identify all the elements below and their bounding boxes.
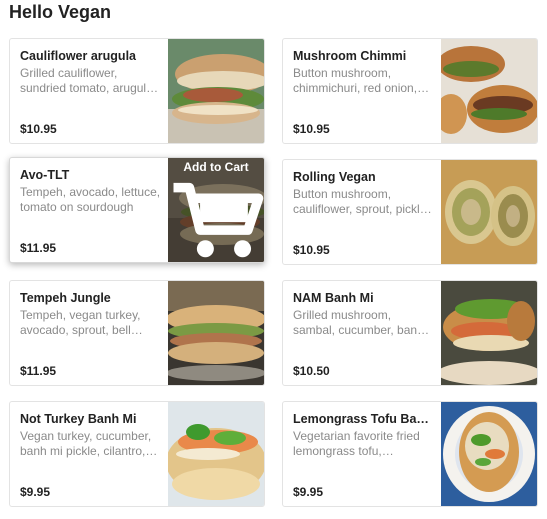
menu-item-info: Lemongrass Tofu Banh Mi Vegetarian favor…: [293, 411, 435, 499]
menu-item-name: Tempeh Jungle: [20, 291, 111, 305]
menu-item-info: Rolling Vegan Button mushroom, cauliflow…: [293, 169, 435, 257]
menu-item-description: Button mushroom, chimmichuri, red onion,…: [293, 66, 418, 95]
menu-item-description: Grilled cauliflower, sundried tomato, ar…: [20, 66, 157, 95]
menu-item-name: Cauliflower arugula: [20, 49, 136, 63]
menu-item-price: $10.50: [293, 364, 330, 378]
menu-item-card[interactable]: NAM Banh Mi Grilled mushroom, sambal, cu…: [282, 280, 538, 386]
menu-item-photo: [168, 39, 264, 143]
menu-item-price: $9.95: [293, 485, 324, 499]
menu-item-card[interactable]: Lemongrass Tofu Banh Mi Vegetarian favor…: [282, 401, 538, 507]
menu-item-card[interactable]: Avo-TLT Tempeh, avocado, lettuce, tomato…: [9, 157, 265, 263]
menu-item-description: Tempeh, vegan turkey, avocado, sprout, b…: [20, 308, 141, 337]
menu-item-info: Cauliflower arugula Grilled cauliflower,…: [20, 48, 162, 136]
menu-item-card[interactable]: Rolling Vegan Button mushroom, cauliflow…: [282, 159, 538, 265]
menu-item-name: Rolling Vegan: [293, 170, 376, 184]
menu-item-price: $9.95: [20, 485, 51, 499]
menu-item-info: Avo-TLT Tempeh, avocado, lettuce, tomato…: [20, 167, 162, 255]
menu-item-price: $10.95: [293, 122, 330, 136]
menu-item-photo: [441, 402, 537, 506]
menu-item-price: $11.95: [20, 364, 57, 378]
menu-item-name: Mushroom Chimmi: [293, 49, 407, 63]
menu-item-name: Lemongrass Tofu Banh Mi: [293, 412, 435, 426]
menu-item-info: Mushroom Chimmi Button mushroom, chimmic…: [293, 48, 435, 136]
menu-item-photo: [168, 402, 264, 506]
menu-item-info: Not Turkey Banh Mi Vegan turkey, cucumbe…: [20, 411, 162, 499]
menu-item-name: Avo-TLT: [20, 168, 70, 182]
menu-item-price: $10.95: [293, 243, 330, 257]
menu-item-card[interactable]: Not Turkey Banh Mi Vegan turkey, cucumbe…: [9, 401, 265, 507]
menu-item-description: Grilled mushroom, sambal, cucumber, banh…: [293, 308, 424, 337]
menu-item-card[interactable]: Tempeh Jungle Tempeh, vegan turkey, avoc…: [9, 280, 265, 386]
menu-item-description: Button mushroom, cauliflower, sprout, pi…: [293, 187, 434, 216]
add-to-cart-label: Add to Cart: [183, 160, 249, 174]
menu-item-description: Vegan turkey, cucumber, banh mi pickle, …: [20, 429, 152, 458]
shopping-cart-icon: [173, 182, 264, 258]
add-to-cart-overlay[interactable]: Add to Cart: [168, 158, 264, 262]
menu-item-info: NAM Banh Mi Grilled mushroom, sambal, cu…: [293, 290, 435, 378]
menu-item-photo: Add to Cart: [168, 158, 264, 262]
menu-item-photo: [441, 281, 537, 385]
menu-item-photo: [441, 39, 537, 143]
menu-item-photo: [441, 160, 537, 264]
page-title: Hello Vegan: [9, 2, 112, 22]
menu-item-photo: [168, 281, 264, 385]
menu-item-card[interactable]: Cauliflower arugula Grilled cauliflower,…: [9, 38, 265, 144]
menu-item-description: Vegetarian favorite fried lemongrass tof…: [293, 429, 420, 458]
menu-item-price: $10.95: [20, 122, 57, 136]
menu-item-description: Tempeh, avocado, lettuce, tomato on sour…: [20, 185, 161, 214]
menu-item-card[interactable]: Mushroom Chimmi Button mushroom, chimmic…: [282, 38, 538, 144]
menu-item-info: Tempeh Jungle Tempeh, vegan turkey, avoc…: [20, 290, 162, 378]
menu-item-name: NAM Banh Mi: [293, 291, 374, 305]
menu-item-price: $11.95: [20, 241, 57, 255]
menu-item-name: Not Turkey Banh Mi: [20, 412, 137, 426]
